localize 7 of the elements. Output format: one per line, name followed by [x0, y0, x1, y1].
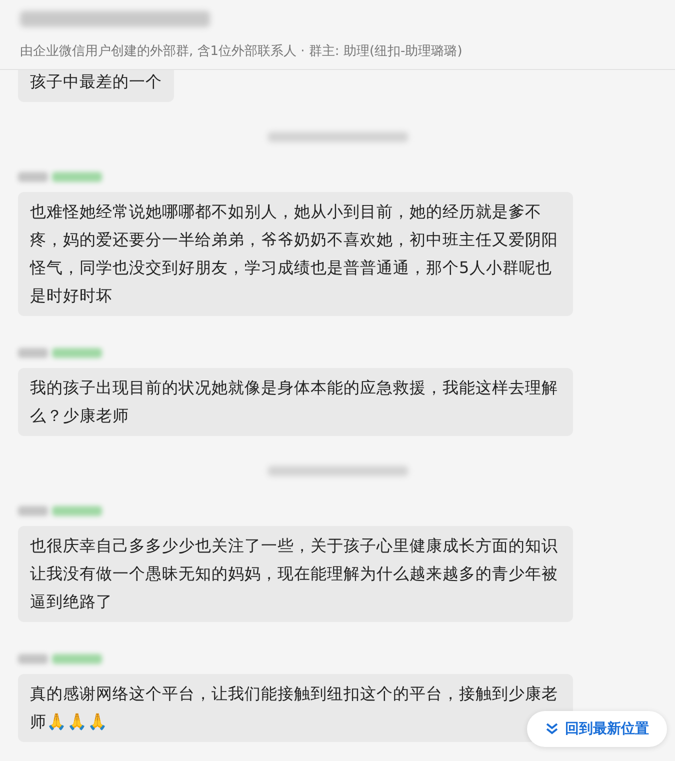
message-bubble: 孩子中最差的一个	[18, 70, 174, 102]
message-bubble: 也难怪她经常说她哪哪都不如别人，她从小到目前，她的经历就是爹不疼，妈的爱还要分一半给弟弟，爷爷奶奶不喜欢她，初中班主任又爱阴阳怪气，同学也没交到好朋友，学习成绩也是普普通通，那个5人小群呢也是时好时坏	[18, 192, 573, 316]
message-bubble: 我的孩子出现目前的状况她就像是身体本能的应急救援，我能这样去理解么？少康老师	[18, 368, 573, 436]
group-subtitle: 由企业微信用户创建的外部群, 含1位外部联系人 · 群主: 助理(纽扣-助理璐璐)	[20, 43, 464, 60]
jump-to-latest-button[interactable]: 回到最新位置	[527, 711, 667, 747]
message-bubble: 也很庆幸自己多多少少也关注了一些，关于孩子心里健康成长方面的知识让我没有做一个愚昧无知的妈妈，现在能理解为什么越来越多的青少年被逼到绝路了	[18, 526, 573, 622]
double-chevron-down-icon	[545, 722, 559, 736]
